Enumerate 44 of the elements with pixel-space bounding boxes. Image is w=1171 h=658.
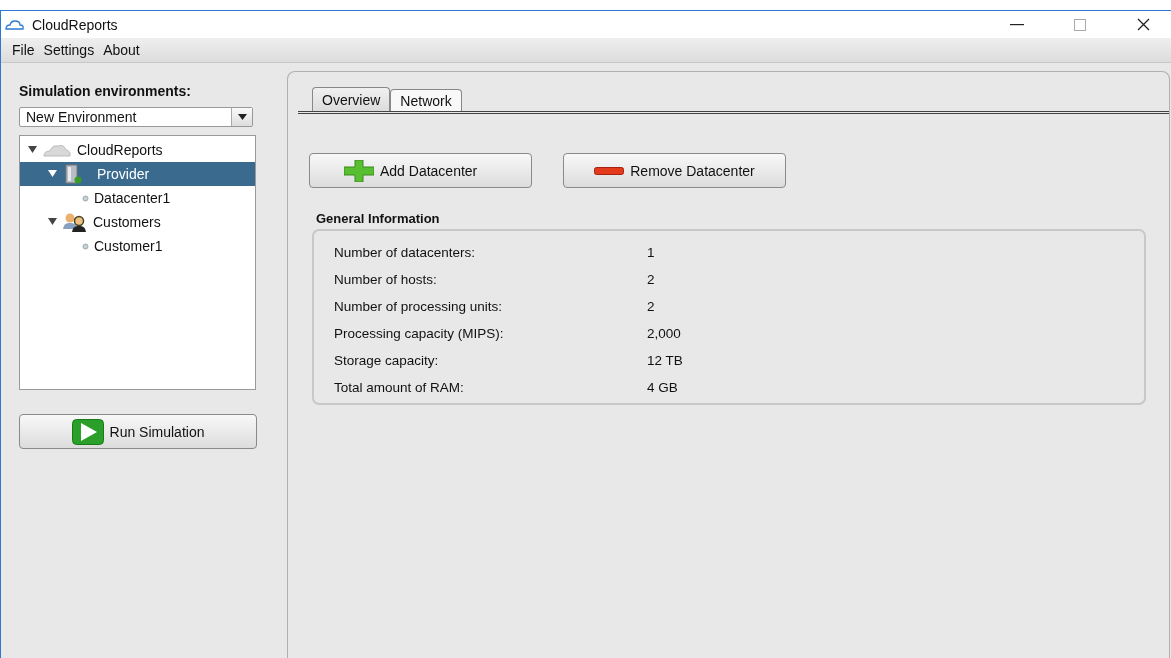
tab[interactable]: Network bbox=[390, 89, 462, 111]
environments-label: Simulation environments: bbox=[19, 83, 192, 99]
tree-item[interactable]: CloudReports bbox=[20, 138, 255, 162]
info-label: Number of datacenters: bbox=[334, 245, 477, 260]
section-title: General Information bbox=[316, 211, 441, 226]
tree-item[interactable]: Customers bbox=[20, 210, 255, 234]
minimize-icon[interactable] bbox=[1010, 23, 1024, 26]
info-label: Processing capacity (MIPS): bbox=[334, 326, 505, 341]
tree-item[interactable]: Customer1 bbox=[20, 234, 255, 258]
plus-icon bbox=[344, 159, 374, 182]
close-icon[interactable] bbox=[1136, 18, 1150, 31]
info-value: 4 GB bbox=[647, 380, 679, 395]
environment-dropdown[interactable]: New Environment bbox=[19, 107, 253, 127]
menu-item[interactable]: About bbox=[102, 42, 141, 58]
info-value: 2,000 bbox=[647, 326, 682, 341]
tree-item[interactable]: Provider bbox=[20, 162, 255, 186]
tree-item[interactable]: Datacenter1 bbox=[20, 186, 255, 210]
expand-arrow-icon[interactable] bbox=[48, 218, 57, 226]
menu-item[interactable]: File bbox=[11, 42, 36, 58]
expand-arrow-icon[interactable] bbox=[28, 146, 37, 154]
play-icon bbox=[71, 418, 104, 445]
info-label: Number of hosts: bbox=[334, 272, 438, 287]
info-label: Number of processing units: bbox=[334, 299, 504, 314]
info-label: Total amount of RAM: bbox=[334, 380, 465, 395]
add-datacenter-button[interactable]: Add Datacenter bbox=[309, 153, 532, 188]
server-icon bbox=[62, 164, 84, 184]
window-title: CloudReports bbox=[32, 16, 118, 33]
info-value: 2 bbox=[647, 299, 656, 314]
cloud-app-icon bbox=[5, 18, 25, 31]
people-icon bbox=[62, 212, 88, 232]
info-value: 12 TB bbox=[647, 353, 684, 368]
expand-arrow-icon[interactable] bbox=[48, 170, 57, 178]
info-value: 2 bbox=[647, 272, 656, 287]
minus-icon bbox=[594, 166, 625, 175]
leaf-dot-icon bbox=[82, 242, 89, 250]
cloud-icon bbox=[42, 143, 72, 157]
run-simulation-button[interactable]: Run Simulation bbox=[19, 414, 257, 449]
info-value: 1 bbox=[647, 245, 656, 260]
menu-item[interactable]: Settings bbox=[42, 42, 96, 58]
tab[interactable]: Overview bbox=[312, 87, 391, 111]
remove-datacenter-button[interactable]: Remove Datacenter bbox=[563, 153, 786, 188]
dropdown-arrow-icon bbox=[237, 114, 247, 120]
info-label: Storage capacity: bbox=[334, 353, 440, 368]
leaf-dot-icon bbox=[82, 194, 89, 202]
